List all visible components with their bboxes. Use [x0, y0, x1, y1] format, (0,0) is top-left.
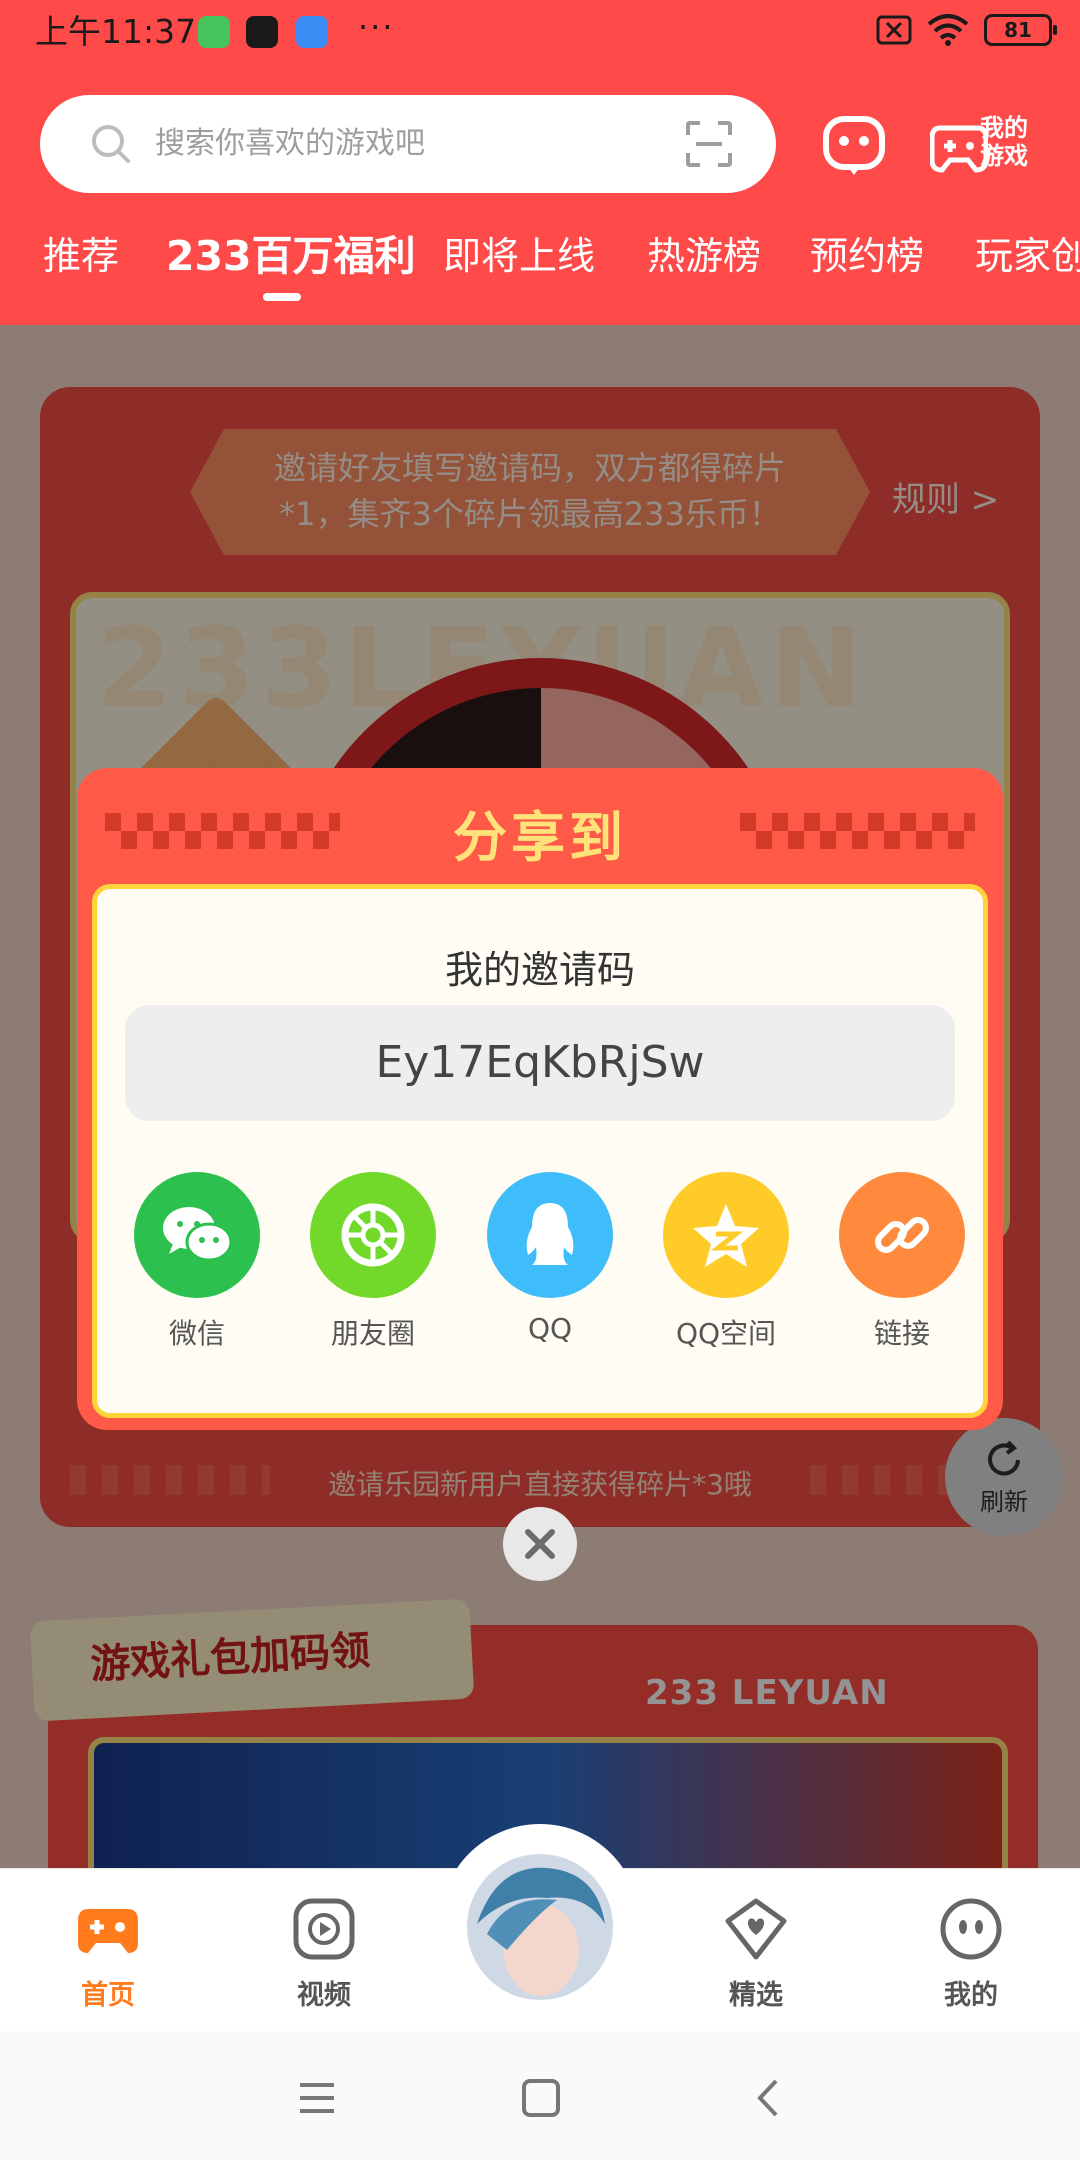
gamepad-icon [78, 1909, 138, 1953]
tab-233-welfare[interactable]: 233百万福利 [166, 228, 416, 284]
tab-player-creation[interactable]: 玩家创 [975, 228, 1080, 284]
close-icon [525, 1529, 555, 1559]
nav-home[interactable]: 首页 [48, 1897, 168, 2012]
nav-mine[interactable]: 我的 [911, 1897, 1031, 2012]
moments-icon [310, 1172, 436, 1298]
my-games-label: 我的游戏 [980, 114, 1028, 170]
status-time: 上午11:37 [35, 12, 197, 51]
share-dialog: 分享到 我的邀请码 Ey17EqKbRjSw 微信 朋友圈 QQ QQ空间 链接 [77, 768, 1003, 1430]
share-wechat-label: 微信 [168, 1317, 225, 1350]
menu-icon[interactable] [294, 2075, 340, 2121]
message-icon[interactable] [822, 113, 886, 177]
tab-coming-soon[interactable]: 即将上线 [443, 228, 595, 284]
qzone-icon [663, 1172, 789, 1298]
tab-recommend[interactable]: 推荐 [43, 228, 119, 284]
nav-video[interactable]: 视频 [264, 1897, 384, 2012]
share-link-label: 链接 [873, 1317, 930, 1350]
invite-code-label: 我的邀请码 [444, 948, 635, 992]
heart-box-icon [725, 1898, 787, 1960]
bottom-navigation: 首页 视频 精选 我的 [0, 1824, 1080, 2031]
share-moments-label: 朋友圈 [330, 1317, 415, 1350]
qq-icon [487, 1172, 613, 1298]
nav-featured[interactable]: 精选 [696, 1897, 816, 2012]
share-link[interactable]: 链接 [832, 1172, 972, 1352]
scan-icon[interactable] [684, 119, 734, 169]
category-tabs: 推荐 233百万福利 即将上线 热游榜 预约榜 玩家创 [0, 228, 1080, 298]
my-games-button[interactable]: 我的游戏 [930, 106, 1050, 182]
share-qq[interactable]: QQ [480, 1172, 620, 1345]
nav-featured-label: 精选 [729, 1980, 783, 2011]
tab-hot-games[interactable]: 热游榜 [647, 228, 761, 284]
nav-mine-label: 我的 [944, 1980, 998, 2011]
close-dialog-button[interactable] [503, 1507, 577, 1581]
search-icon [92, 125, 130, 163]
status-bar: 上午11:37 ··· 81 [0, 0, 1080, 66]
back-icon[interactable] [746, 2075, 792, 2121]
system-navigation-bar [0, 2031, 1080, 2160]
share-moments[interactable]: 朋友圈 [303, 1172, 443, 1352]
tab-reservation-rank[interactable]: 预约榜 [810, 228, 924, 284]
more-notifications-icon: ··· [358, 8, 395, 46]
share-wechat[interactable]: 微信 [127, 1172, 267, 1352]
profile-face-icon [940, 1898, 1002, 1960]
search-bar[interactable]: 搜索你喜欢的游戏吧 [40, 95, 776, 193]
battery-level: 81 [1004, 18, 1032, 42]
browser-notification-icon [296, 16, 328, 48]
nav-video-label: 视频 [297, 1980, 351, 2011]
search-placeholder[interactable]: 搜索你喜欢的游戏吧 [155, 123, 425, 165]
dialog-title: 分享到 [453, 806, 627, 869]
active-tab-indicator [263, 293, 301, 301]
app-header: 上午11:37 ··· 81 搜索你喜欢的游戏吧 我的游戏 推荐 233百万福利… [0, 0, 1080, 325]
battery-indicator: 81 [984, 14, 1057, 46]
share-qzone-label: QQ空间 [675, 1317, 777, 1350]
home-square-icon[interactable] [518, 2075, 564, 2121]
dialog-body: 我的邀请码 Ey17EqKbRjSw 微信 朋友圈 QQ QQ空间 链接 [92, 884, 988, 1418]
share-qq-label: QQ [527, 1312, 573, 1345]
invite-code-field[interactable]: Ey17EqKbRjSw [125, 1005, 955, 1121]
douyin-notification-icon [246, 16, 278, 48]
share-qzone[interactable]: QQ空间 [656, 1172, 796, 1352]
app-notification-icon [198, 16, 230, 48]
nav-home-label: 首页 [81, 1980, 135, 2011]
sim-off-icon [876, 15, 912, 45]
wifi-icon [927, 14, 969, 46]
user-avatar[interactable] [462, 1849, 618, 2005]
wechat-icon [134, 1172, 260, 1298]
video-icon [293, 1898, 355, 1960]
link-icon [839, 1172, 965, 1298]
